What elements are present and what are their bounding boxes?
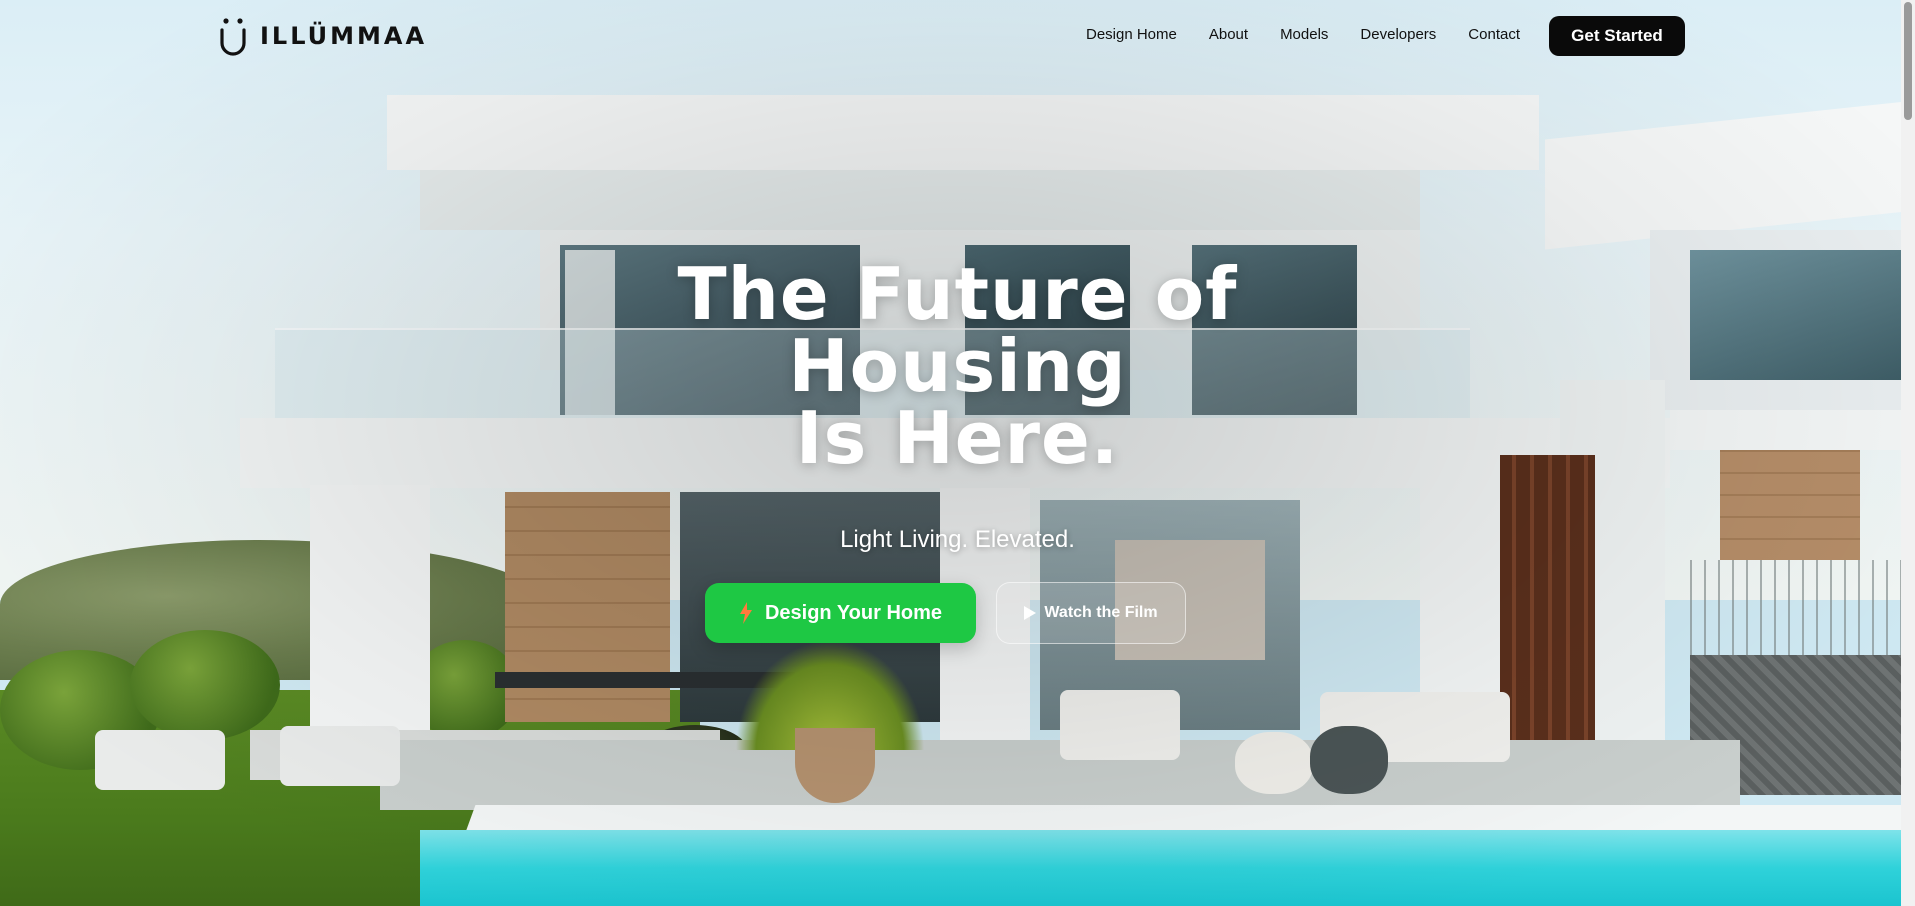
watch-the-film-label: Watch the Film (1044, 604, 1158, 621)
hero-headline: The Future of Housing Is Here. (0, 258, 1915, 474)
headline-line: Is Here. (795, 396, 1120, 480)
hero-section: The Future of Housing Is Here. Light Liv… (0, 258, 1915, 554)
hero-cta-group: Design Your Home Watch the Film (705, 582, 1186, 644)
brand-logo-link[interactable]: ILLÜMMAA (218, 16, 427, 56)
design-your-home-button[interactable]: Design Your Home (705, 583, 976, 643)
watch-the-film-button[interactable]: Watch the Film (996, 582, 1186, 644)
headline-line: Housing (788, 324, 1127, 408)
main-menu: Design Home About Models Developers Cont… (1086, 26, 1520, 43)
nav-link-about[interactable]: About (1209, 26, 1248, 43)
scrollbar-thumb[interactable] (1904, 2, 1912, 120)
nav-link-models[interactable]: Models (1280, 26, 1328, 43)
u-smile-icon (220, 18, 246, 56)
nav-link-design-home[interactable]: Design Home (1086, 26, 1177, 43)
hero-subtitle: Light Living. Elevated. (840, 526, 1075, 553)
headline-line: The Future of (677, 252, 1238, 336)
nav-link-developers[interactable]: Developers (1360, 26, 1436, 43)
play-icon (1024, 606, 1037, 620)
get-started-button[interactable]: Get Started (1549, 16, 1685, 56)
page-scrollbar[interactable] (1901, 0, 1915, 906)
lightning-bolt-icon (739, 602, 752, 624)
brand-name: ILLÜMMAA (260, 22, 428, 50)
top-navigation: ILLÜMMAA Design Home About Models Develo… (0, 0, 1915, 72)
design-your-home-label: Design Your Home (764, 601, 943, 624)
nav-link-contact[interactable]: Contact (1468, 26, 1520, 43)
